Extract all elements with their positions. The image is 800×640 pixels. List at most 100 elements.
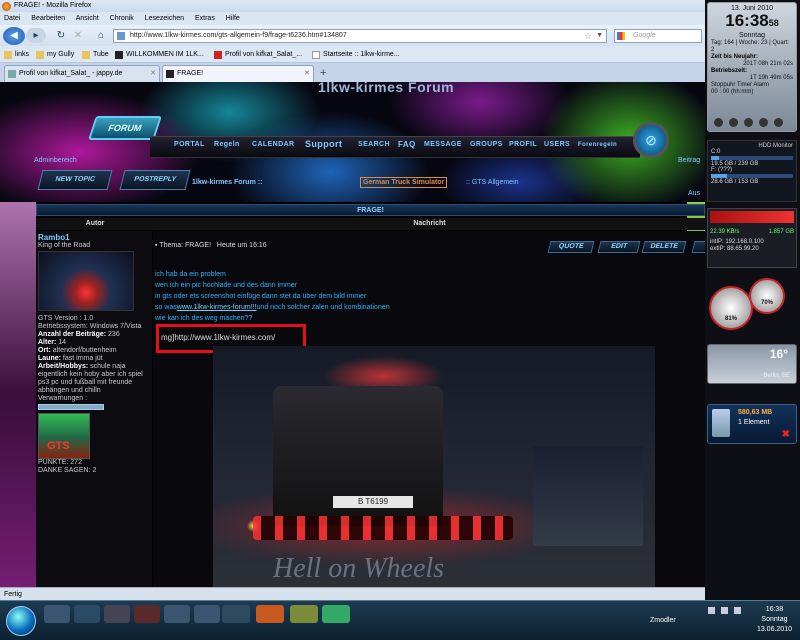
nav-support[interactable]: Support (305, 139, 342, 149)
taskbar-app-icon[interactable] (134, 605, 160, 623)
url-text: http://www.1lkw-kirmes.com/gts-allgemein… (130, 32, 347, 39)
sound-icon[interactable] (759, 118, 768, 127)
menu-datei[interactable]: Datei (4, 15, 20, 22)
nav-search[interactable]: SEARCH (358, 141, 390, 148)
bookmark-my-gully[interactable]: my Gully (36, 46, 74, 63)
home-button[interactable]: ⌂ (95, 28, 107, 43)
aus-link[interactable]: Aus (688, 190, 700, 197)
close-tab-icon[interactable]: ✕ (304, 66, 310, 82)
tab-favicon-icon (8, 70, 16, 78)
network-graph (710, 211, 794, 223)
nav-profil[interactable]: PROFIL (509, 141, 537, 148)
volume-icon[interactable] (734, 607, 741, 614)
system-tray: Zmodler 16:38 Sonntag 13.06.2010 (650, 603, 800, 639)
nav-portal[interactable]: PORTAL (174, 141, 205, 148)
tab-frage[interactable]: FRAGE! ✕ (162, 65, 314, 82)
menu-extras[interactable]: Extras (195, 15, 215, 22)
explorer-taskbar-icon[interactable] (290, 605, 318, 623)
menubar: Datei Bearbeiten Ansicht Chronik Lesezei… (0, 12, 705, 25)
tab-profil[interactable]: Profil von kifkat_Salat_ - jappy.de ✕ (4, 65, 160, 82)
author-name[interactable]: Rambo1 (38, 233, 150, 242)
taskbar-app-icon[interactable] (44, 605, 70, 623)
tab-favicon-icon (166, 70, 174, 78)
nav-faq[interactable]: FAQ (398, 140, 416, 149)
taskbar-app-icon[interactable] (222, 605, 250, 623)
post-link[interactable]: www.1lkw-kirmes-forum!!! (177, 304, 257, 311)
menu-ansicht[interactable]: Ansicht (76, 15, 99, 22)
forward-button[interactable]: ▸ (26, 28, 46, 43)
nav-groups[interactable]: GROUPS (470, 141, 503, 148)
tray-user: Zmodler (650, 617, 676, 624)
bookmark-willkommen[interactable]: WILLKOMMEN IM 1LK... (115, 46, 204, 63)
stat-posts: Anzahl der Beiträge: 236 (38, 331, 120, 338)
new-topic-button[interactable]: NEW TOPIC (37, 170, 113, 190)
bookmark-startseite[interactable]: Startseite :: 1lkw-kirme... (312, 46, 400, 63)
firefox-taskbar-icon[interactable] (256, 605, 284, 623)
clock-gadget: 13. Juni 2010 16:3858 Sonntag Tag: 164 |… (707, 2, 797, 132)
breadcrumb-category[interactable]: German Truck Simulator (360, 177, 448, 188)
lock-icon[interactable] (774, 118, 783, 127)
empty-bin-icon[interactable]: ✖ (782, 429, 790, 440)
bookmark-star-icon[interactable]: ☆ (584, 30, 592, 42)
taskbar-app-icon[interactable] (74, 605, 100, 623)
edit-button[interactable]: EDIT (597, 241, 641, 253)
more-button[interactable] (691, 241, 705, 253)
menu-lesezeichen[interactable]: Lesezeichen (145, 15, 184, 22)
new-tab-button[interactable]: + (320, 67, 326, 79)
stat-warnings: Verwarnungen : (38, 395, 88, 402)
network-icon[interactable] (721, 607, 728, 614)
stop-button[interactable]: ✕ (72, 28, 84, 43)
post-subject: Thema: FRAGE! (159, 242, 212, 249)
menu-chronik[interactable]: Chronik (110, 15, 134, 22)
refresh-icon[interactable] (729, 118, 738, 127)
nav-users[interactable]: USERS (544, 141, 570, 148)
post-icon: ▪ (155, 242, 158, 249)
post-reply-button[interactable]: POSTREPLY (119, 170, 191, 190)
google-icon (617, 32, 625, 40)
taskbar-app-icon[interactable] (104, 605, 130, 623)
stat-hobbies: Arbeit/Hobbys: schule naja eigentlich ke… (38, 363, 143, 394)
delete-button[interactable]: DELETE (641, 241, 687, 253)
taskbar-app-icon[interactable] (322, 605, 350, 623)
search-input[interactable]: Google (614, 29, 702, 43)
menu-bearbeiten[interactable]: Bearbeiten (31, 15, 65, 22)
taskbar-app-icon[interactable] (164, 605, 190, 623)
bookmark-profil[interactable]: Profil von kifkat_Salat_... (214, 46, 302, 63)
reload-button[interactable]: ↻ (55, 28, 67, 43)
power-icon[interactable] (714, 118, 723, 127)
bookmark-tube[interactable]: Tube (82, 46, 109, 63)
admin-link[interactable]: Adminbereich (34, 157, 77, 164)
menu-hilfe[interactable]: Hilfe (226, 15, 240, 22)
hdd-c-bar (711, 156, 793, 160)
url-bar[interactable]: http://www.1lkw-kirmes.com/gts-allgemein… (113, 29, 607, 43)
nav-calendar[interactable]: CALENDAR (252, 141, 294, 148)
beitrag-link[interactable]: Beitrag (678, 157, 700, 164)
truck-lights (253, 516, 513, 540)
author-rank: King of the Road (38, 242, 91, 249)
ram-gauge: 70% (749, 278, 785, 314)
stat-location: Ort: altendorf/buttenheim (38, 347, 117, 354)
breadcrumb-forum[interactable]: 1lkw-kirmes Forum :: (192, 179, 262, 186)
url-dropdown-icon[interactable]: ▼ (596, 30, 603, 42)
post-body: ▪ Thema: FRAGE! Heute um 16:16 QUOTE EDI… (153, 231, 705, 587)
author-stats: GTS Version : 1.0 Betriebssystem: Window… (38, 315, 150, 475)
breadcrumb-subforum[interactable]: :: GTS Allgemein (466, 179, 519, 186)
nav-message[interactable]: MESSAGE (424, 141, 462, 148)
taskbar-app-icon[interactable] (194, 605, 220, 623)
nav-forenregeln[interactable]: Forenregeln (578, 142, 617, 148)
flag-icon[interactable] (708, 607, 715, 614)
bookmark-links[interactable]: links (4, 46, 29, 63)
settings-icon[interactable] (744, 118, 753, 127)
tray-clock[interactable]: 16:38 Sonntag 13.06.2010 (757, 605, 792, 635)
site-favicon-icon (117, 32, 125, 40)
close-tab-icon[interactable]: ✕ (150, 66, 156, 82)
quote-button[interactable]: QUOTE (547, 241, 595, 253)
back-button[interactable]: ◀ (3, 27, 25, 45)
start-button[interactable] (6, 606, 36, 636)
building-shape (533, 446, 643, 546)
forum-orb-icon[interactable]: ⊘ (633, 122, 669, 158)
page-icon (214, 50, 222, 59)
tab-strip: Profil von kifkat_Salat_ - jappy.de ✕ FRA… (0, 63, 705, 82)
recycle-bin-icon[interactable] (712, 409, 730, 437)
nav-regeln[interactable]: Regeln (214, 141, 240, 148)
